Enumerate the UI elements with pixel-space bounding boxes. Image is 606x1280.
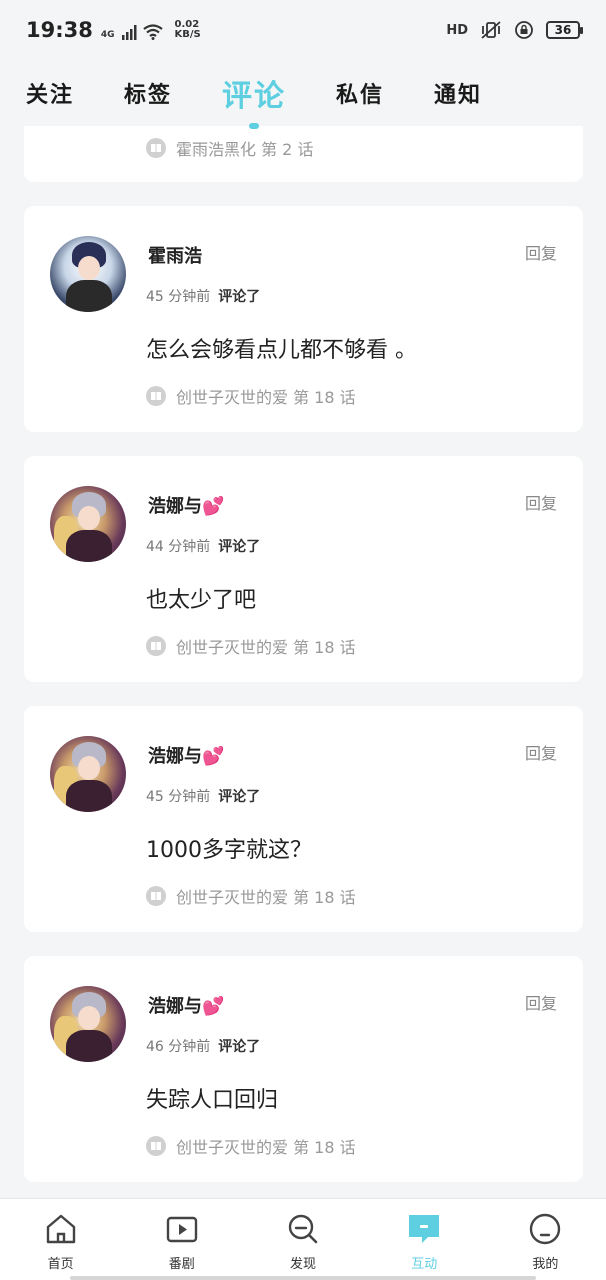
comment-card[interactable]: 霍雨浩黑化 第 2 话: [24, 126, 583, 182]
comment-card[interactable]: 浩娜与💕 46 分钟前 评论了 回复 失踪人口回归 创世子灭世的爱 第 18 话: [24, 956, 583, 1182]
nav-home[interactable]: 首页: [0, 1199, 121, 1280]
comment-action: 评论了: [218, 289, 261, 305]
source-text: 创世子灭世的爱 第 18 话: [176, 888, 356, 907]
tab-messages[interactable]: 私信: [336, 77, 384, 109]
avatar[interactable]: [50, 486, 126, 562]
source-text: 创世子灭世的爱 第 18 话: [176, 638, 356, 657]
comment-content: 1000多字就这？: [146, 838, 312, 863]
tab-label: 通知: [434, 83, 483, 108]
home-icon: [43, 1211, 79, 1247]
comment-meta: 46 分钟前 评论了: [146, 1036, 260, 1056]
comment-card[interactable]: 霍雨浩 45 分钟前 评论了 回复 怎么会够看点儿都不够看 。 创世子灭世的爱 第…: [24, 206, 583, 432]
comment-time: 45 分钟前: [146, 289, 211, 305]
tab-label: 私信: [336, 83, 385, 108]
nav-label: 首页: [47, 1257, 74, 1272]
comment-time: 46 分钟前: [146, 1039, 211, 1055]
comment-content: 失踪人口回归: [146, 1088, 279, 1113]
nav-discover[interactable]: 发现: [242, 1199, 363, 1280]
reply-button[interactable]: 回复: [525, 490, 557, 514]
source-text: 创世子灭世的爱 第 18 话: [176, 388, 356, 407]
nav-interaction[interactable]: 互动: [364, 1199, 485, 1280]
nav-label: 互动: [411, 1257, 438, 1272]
comment-content: 怎么会够看点儿都不够看 。: [146, 338, 417, 363]
source-text: 创世子灭世的爱 第 18 话: [176, 1138, 356, 1157]
bottom-nav: 首页 番剧 发现 互动 我的: [0, 1198, 606, 1280]
avatar[interactable]: [50, 986, 126, 1062]
network-indicator: 4G 0.02 KB/S: [101, 20, 201, 40]
active-tab-indicator: [249, 123, 260, 129]
comment-action: 评论了: [218, 1039, 261, 1055]
top-tabs: 关注 标签 评论 私信 通知: [0, 60, 606, 129]
reply-button[interactable]: 回复: [525, 240, 557, 264]
status-bar: 19:38 4G 0.02 KB/S HD 36: [0, 0, 606, 60]
comment-feed[interactable]: 霍雨浩黑化 第 2 话 霍雨浩 45 分钟前 评论了 回复 怎么会够看点儿都不够看…: [24, 126, 583, 1206]
comment-meta: 44 分钟前 评论了: [146, 536, 260, 556]
avatar[interactable]: [50, 236, 126, 312]
tab-follow[interactable]: 关注: [26, 77, 74, 109]
source-link[interactable]: 创世子灭世的爱 第 18 话: [146, 1134, 356, 1158]
status-right: HD 36: [446, 20, 583, 40]
reply-button[interactable]: 回复: [525, 990, 557, 1014]
source-text: 霍雨浩黑化 第 2 话: [176, 140, 314, 159]
play-icon: [164, 1211, 200, 1247]
comment-meta: 45 分钟前 评论了: [146, 786, 260, 806]
comment-content: 也太少了吧: [146, 588, 257, 613]
battery-level: 36: [554, 23, 572, 37]
book-icon: [146, 138, 166, 158]
comment-time: 44 分钟前: [146, 539, 211, 555]
tab-label: 评论: [222, 79, 287, 114]
book-icon: [146, 636, 166, 656]
tab-notifications[interactable]: 通知: [434, 77, 482, 109]
tab-comments[interactable]: 评论: [222, 71, 287, 129]
comment-time: 45 分钟前: [146, 789, 211, 805]
reply-button[interactable]: 回复: [525, 740, 557, 764]
wifi-icon: [142, 24, 163, 40]
comment-action: 评论了: [218, 789, 261, 805]
user-name[interactable]: 霍雨浩: [148, 242, 202, 268]
book-icon: [146, 886, 166, 906]
source-link[interactable]: 创世子灭世的爱 第 18 话: [146, 384, 356, 408]
profile-icon: [527, 1211, 563, 1247]
network-type: 4G: [100, 30, 115, 40]
book-icon: [146, 386, 166, 406]
tab-label: 关注: [26, 83, 75, 108]
nav-label: 我的: [532, 1257, 559, 1272]
comment-card[interactable]: 浩娜与💕 45 分钟前 评论了 回复 1000多字就这？ 创世子灭世的爱 第 18…: [24, 706, 583, 932]
nav-label: 番剧: [168, 1257, 195, 1272]
chat-icon: [406, 1211, 442, 1247]
comment-action: 评论了: [218, 539, 261, 555]
speed-unit: KB/S: [174, 29, 201, 40]
signal-icon: [121, 25, 137, 40]
user-name[interactable]: 浩娜与💕: [148, 742, 224, 768]
nav-label: 发现: [290, 1257, 317, 1272]
avatar[interactable]: [50, 736, 126, 812]
status-time: 19:38: [26, 18, 93, 42]
lock-rotation-icon: [515, 21, 533, 39]
user-name[interactable]: 浩娜与💕: [148, 492, 224, 518]
source-link[interactable]: 创世子灭世的爱 第 18 话: [146, 884, 356, 908]
nav-profile[interactable]: 我的: [485, 1199, 606, 1280]
tab-tags[interactable]: 标签: [124, 77, 172, 109]
user-name[interactable]: 浩娜与💕: [148, 992, 224, 1018]
source-link[interactable]: 创世子灭世的爱 第 18 话: [146, 634, 356, 658]
network-speed: 0.02 KB/S: [175, 20, 201, 40]
source-link[interactable]: 霍雨浩黑化 第 2 话: [146, 136, 313, 160]
gesture-bar[interactable]: [70, 1276, 536, 1280]
discover-icon: [285, 1211, 321, 1247]
nav-anime[interactable]: 番剧: [121, 1199, 242, 1280]
comment-meta: 45 分钟前 评论了: [146, 286, 260, 306]
battery-icon: 36: [546, 21, 583, 39]
hd-label: HD: [446, 22, 468, 38]
tab-label: 标签: [124, 83, 173, 108]
book-icon: [146, 1136, 166, 1156]
comment-card[interactable]: 浩娜与💕 44 分钟前 评论了 回复 也太少了吧 创世子灭世的爱 第 18 话: [24, 456, 583, 682]
mute-vibrate-icon: [481, 21, 501, 39]
